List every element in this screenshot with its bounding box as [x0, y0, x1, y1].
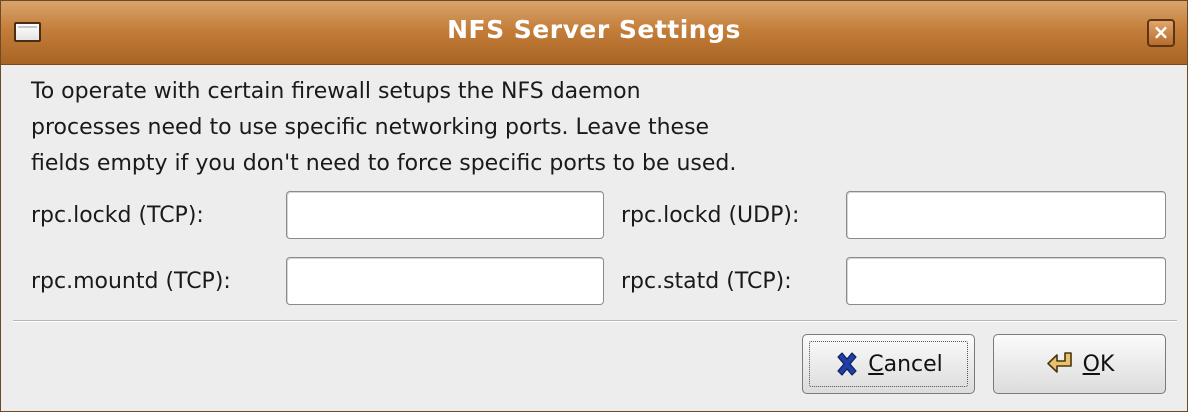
lockd-tcp-input[interactable] — [286, 191, 604, 239]
window-title: NFS Server Settings — [447, 15, 741, 44]
close-icon: × — [1152, 20, 1170, 44]
lockd-udp-input[interactable] — [846, 191, 1166, 239]
ok-button[interactable]: OK — [993, 334, 1166, 394]
ok-label: OK — [1082, 351, 1115, 377]
lockd-tcp-label: rpc.lockd (TCP): — [31, 203, 204, 228]
cancel-label: Cancel — [868, 351, 943, 377]
description-line: To operate with certain firewall setups … — [31, 79, 641, 104]
cancel-x-icon — [834, 351, 860, 377]
description-line: fields empty if you don't need to force … — [31, 151, 737, 176]
mountd-tcp-input[interactable] — [286, 257, 604, 305]
nfs-server-settings-dialog: NFS Server Settings × To operate with ce… — [0, 0, 1188, 412]
ok-enter-arrow-icon — [1045, 351, 1075, 377]
description-text: To operate with certain firewall setups … — [31, 74, 931, 182]
statd-tcp-input[interactable] — [846, 257, 1166, 305]
mountd-tcp-label: rpc.mountd (TCP): — [31, 269, 231, 294]
button-separator — [13, 320, 1177, 322]
close-button[interactable]: × — [1147, 19, 1175, 47]
lockd-udp-label: rpc.lockd (UDP): — [621, 203, 800, 228]
description-line: processes need to use specific networkin… — [31, 115, 710, 140]
cancel-button[interactable]: Cancel — [802, 334, 975, 394]
title-bar[interactable]: NFS Server Settings × — [1, 1, 1187, 65]
statd-tcp-label: rpc.statd (TCP): — [621, 269, 792, 294]
